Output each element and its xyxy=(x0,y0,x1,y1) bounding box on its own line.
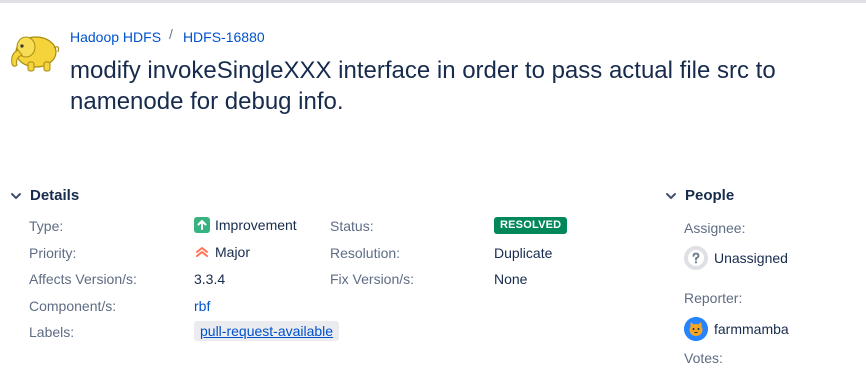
priority-value: Major xyxy=(194,244,250,260)
label-chip[interactable]: pull-request-available xyxy=(194,321,340,341)
project-link[interactable]: Hadoop HDFS xyxy=(70,29,161,45)
top-divider xyxy=(0,0,866,3)
fix-version-label: Fix Version/s: xyxy=(330,271,415,287)
fix-version-value: None xyxy=(494,271,528,287)
type-value: Improvement xyxy=(194,217,297,233)
people-heading: People xyxy=(685,187,735,204)
assignee-label: Assignee: xyxy=(684,220,746,236)
status-label: Status: xyxy=(330,218,374,234)
component-link[interactable]: rbf xyxy=(194,298,210,314)
priority-label: Priority: xyxy=(29,245,77,261)
cat-avatar-icon xyxy=(684,317,708,341)
labels-label: Labels: xyxy=(29,324,75,340)
details-heading: Details xyxy=(30,187,80,204)
votes-label: Votes: xyxy=(684,350,723,366)
chevron-down-icon[interactable] xyxy=(663,188,679,204)
breadcrumb: Hadoop HDFS / HDFS-16880 xyxy=(70,26,265,45)
affects-version-value: 3.3.4 xyxy=(194,271,226,287)
details-header[interactable]: Details xyxy=(8,187,79,204)
issue-key-link[interactable]: HDFS-16880 xyxy=(183,29,265,45)
component-label: Component/s: xyxy=(29,298,117,314)
status-badge: RESOLVED xyxy=(494,217,568,234)
hadoop-elephant-icon[interactable] xyxy=(6,30,64,74)
reporter-link[interactable]: farmmamba xyxy=(714,321,789,337)
resolution-label: Resolution: xyxy=(330,245,401,261)
priority-text: Major xyxy=(215,244,251,260)
affects-version-label: Affects Version/s: xyxy=(29,271,137,287)
assignee-text: Unassigned xyxy=(714,250,788,266)
type-label: Type: xyxy=(29,218,64,234)
reporter-label: Reporter: xyxy=(684,290,743,306)
assignee-value: Unassigned xyxy=(684,246,788,270)
people-header[interactable]: People xyxy=(663,187,734,204)
question-avatar-icon xyxy=(684,246,708,270)
resolution-value: Duplicate xyxy=(494,245,553,261)
breadcrumb-separator: / xyxy=(169,26,173,42)
chevron-down-icon[interactable] xyxy=(8,188,24,204)
major-priority-icon xyxy=(194,244,210,260)
reporter-value[interactable]: farmmamba xyxy=(684,317,789,341)
issue-title: modify invokeSingleXXX interface in orde… xyxy=(70,57,776,115)
type-text: Improvement xyxy=(215,217,297,233)
improvement-arrow-icon xyxy=(194,217,210,233)
